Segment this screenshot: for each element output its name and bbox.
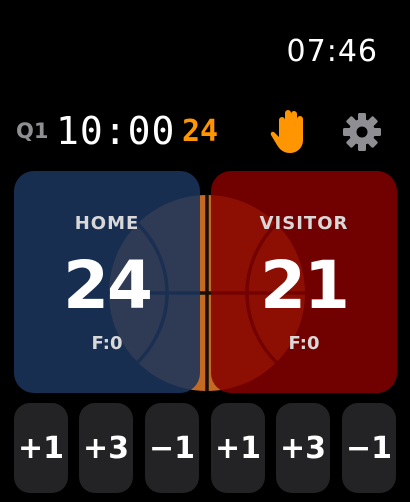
- visitor-score: 21: [260, 247, 350, 324]
- raised-hand-icon[interactable]: [270, 108, 310, 154]
- home-subtract-1-button[interactable]: −1: [145, 403, 199, 493]
- home-fouls: F:0: [91, 333, 123, 354]
- visitor-add-1-button[interactable]: +1: [211, 403, 265, 493]
- home-team-label: HOME: [74, 213, 140, 234]
- game-status-bar: Q1 10:00 24: [16, 108, 394, 158]
- visitor-team-label: VISITOR: [259, 213, 349, 234]
- visitor-add-3-button[interactable]: +3: [276, 403, 330, 493]
- shot-clock[interactable]: 24: [182, 114, 218, 149]
- quarter-indicator: Q1: [16, 119, 49, 143]
- scoreboard: HOME 24 F:0 VISITOR 21 F:0: [14, 171, 397, 393]
- gear-icon[interactable]: [342, 112, 382, 152]
- visitor-subtract-1-button[interactable]: −1: [342, 403, 396, 493]
- home-score: 24: [63, 247, 153, 324]
- game-clock[interactable]: 10:00: [56, 109, 175, 153]
- home-add-3-button[interactable]: +3: [79, 403, 133, 493]
- home-team-panel[interactable]: HOME 24 F:0: [14, 171, 200, 393]
- status-time: 07:46: [286, 34, 378, 69]
- score-buttons: +1 +3 −1 +1 +3 −1: [14, 403, 397, 493]
- visitor-fouls: F:0: [288, 333, 320, 354]
- home-add-1-button[interactable]: +1: [14, 403, 68, 493]
- visitor-team-panel[interactable]: VISITOR 21 F:0: [211, 171, 397, 393]
